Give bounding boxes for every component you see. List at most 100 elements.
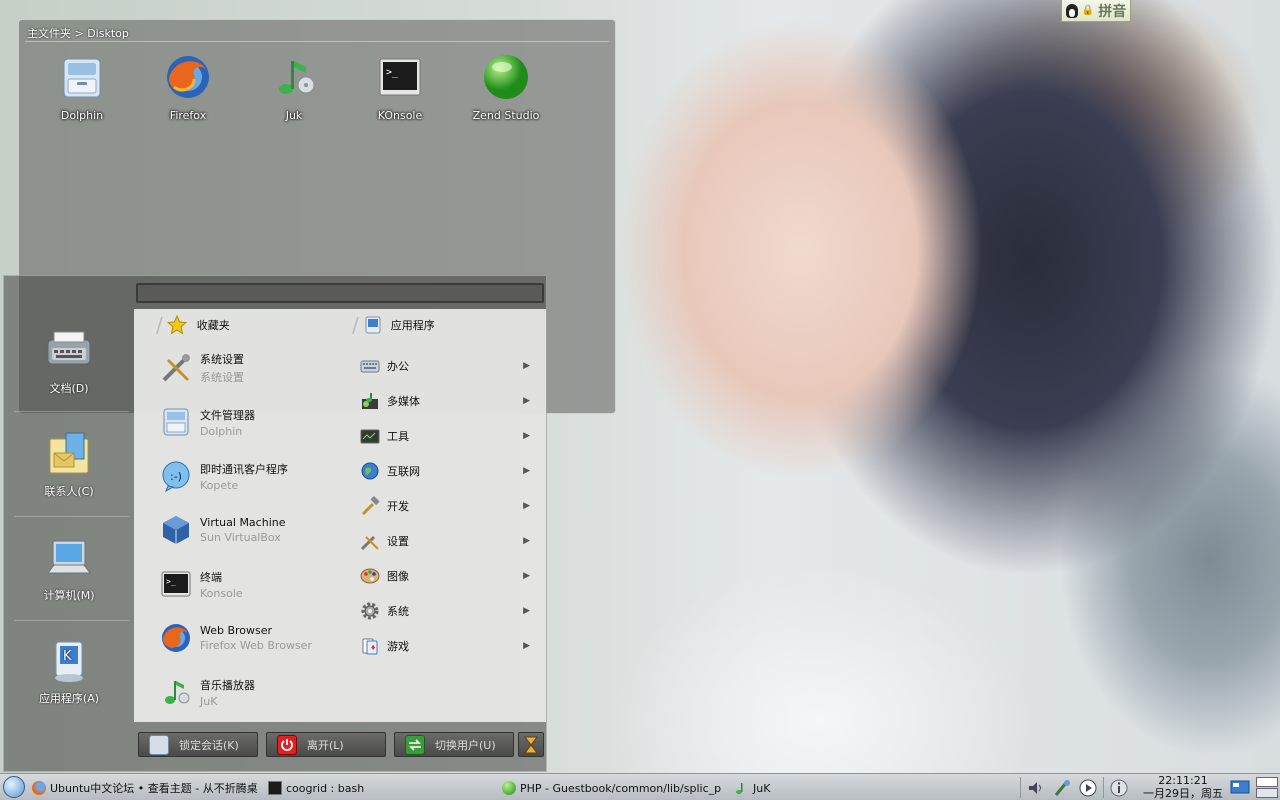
sidebar-item-computer[interactable]: 计算机(M): [14, 533, 124, 603]
favorite-item-music-player[interactable]: 音乐播放器 JuK: [160, 672, 255, 712]
favorite-item-instant-messenger[interactable]: :-) 即时通讯客户程序 Kopete: [160, 456, 288, 496]
svg-text::-): :-): [170, 470, 182, 483]
applications-icon: K: [44, 636, 94, 686]
favorite-item-system-settings[interactable]: 系统设置 系统设置: [160, 348, 244, 388]
favorite-title: 系统设置: [200, 353, 244, 366]
sidebar-item-label: 应用程序(A): [38, 692, 100, 705]
terminal-icon: >_: [376, 53, 424, 101]
category-label: 多媒体: [387, 395, 420, 408]
separator-glyph: /: [156, 313, 163, 337]
clock[interactable]: 22:11:21 一月29日，周五: [1138, 774, 1228, 800]
favorite-title: Web Browser: [200, 624, 273, 637]
taskbar-task-browser[interactable]: Ubuntu中文论坛 • 查看主题 - 从不折腾桌: [32, 778, 260, 798]
zend-studio-icon: [482, 53, 530, 101]
desktop-icon-label: Zend Studio: [472, 109, 540, 122]
favorite-item-web-browser[interactable]: Web Browser Firefox Web Browser: [160, 618, 312, 658]
chevron-right-icon: ▶: [523, 641, 530, 651]
category-label: 办公: [387, 360, 409, 373]
music-note-icon: [735, 781, 749, 795]
sidebar-item-label: 计算机(M): [43, 589, 95, 602]
favorite-title: 音乐播放器: [200, 678, 255, 692]
desktop-icon-firefox[interactable]: Firefox: [138, 53, 238, 122]
favorite-subtitle: Sun VirtualBox: [200, 531, 281, 544]
pager-widget[interactable]: [1256, 777, 1278, 798]
favorites-header-label: 收藏夹: [196, 319, 230, 332]
favorite-subtitle: Konsole: [200, 586, 243, 600]
category-label: 设置: [387, 535, 409, 548]
category-internet[interactable]: 互联网 ▶: [360, 460, 530, 482]
category-graphics[interactable]: 图像 ▶: [360, 565, 530, 587]
desktop-icon-juk[interactable]: Juk: [244, 53, 344, 122]
dolphin-icon: [58, 53, 106, 101]
category-utilities[interactable]: 工具 ▶: [360, 425, 530, 447]
sidebar-item-label: 联系人(C): [44, 485, 94, 498]
clock-time: 22:11:21: [1158, 774, 1208, 787]
favorite-item-virtual-machine[interactable]: Virtual Machine Sun VirtualBox: [160, 510, 286, 550]
lock-session-button[interactable]: 锁定会话(K): [138, 732, 258, 757]
favorites-header[interactable]: / 收藏夹: [156, 313, 230, 337]
svg-text:>_: >_: [386, 67, 399, 78]
tools-icon: [160, 352, 192, 384]
applications-icon: [363, 315, 383, 335]
divider: [14, 620, 129, 621]
lock-icon: 🔒: [1081, 5, 1095, 16]
search-input[interactable]: [136, 283, 544, 303]
category-settings[interactable]: 设置 ▶: [360, 530, 530, 552]
applications-header[interactable]: / 应用程序: [352, 313, 435, 337]
category-development[interactable]: 开发 ▶: [360, 495, 530, 517]
keyboard-icon: [360, 356, 380, 376]
taskbar-task-zend[interactable]: PHP - Guestbook/common/lib/splic_p: [502, 778, 728, 798]
kde-launcher-icon[interactable]: [3, 776, 25, 798]
show-desktop-icon[interactable]: [1230, 779, 1250, 797]
folder-view-path[interactable]: 主文件夹 > Disktop: [27, 25, 129, 41]
power-icon: [277, 734, 297, 755]
multimedia-icon: [360, 391, 380, 411]
leave-button[interactable]: 离开(L): [266, 732, 386, 757]
taskbar-task-terminal[interactable]: coogrid : bash: [268, 778, 468, 798]
firefox-icon: [164, 53, 212, 101]
divider: [14, 516, 129, 517]
tray-separator: [1020, 777, 1021, 798]
address-book-icon: [44, 429, 94, 479]
menu-bottom-bar: 锁定会话(K) 离开(L) 切换用户(U): [136, 732, 546, 758]
input-method-indicator[interactable]: 🔒 拼音: [1061, 0, 1131, 22]
chevron-right-icon: ▶: [523, 431, 530, 441]
sidebar-item-documents[interactable]: 文档(D): [14, 326, 124, 396]
taskbar: Ubuntu中文论坛 • 查看主题 - 从不折腾桌 coogrid : bash…: [0, 773, 1280, 800]
taskbar-task-juk[interactable]: JuK: [735, 778, 795, 798]
category-games[interactable]: ♦ 游戏 ▶: [360, 635, 530, 657]
task-label: JuK: [753, 781, 771, 795]
sidebar-item-applications[interactable]: K 应用程序(A): [14, 636, 124, 706]
menu-content-panel: / 收藏夹 / 应用程序 系统设置 系统设置 文件管理器 Dolphin :-) 即…: [134, 309, 546, 722]
favorite-title: 文件管理器: [200, 408, 255, 422]
palette-icon: [360, 566, 380, 586]
sidebar-item-contacts[interactable]: 联系人(C): [14, 429, 124, 499]
gear-icon: [360, 601, 380, 621]
favorite-subtitle: Kopete: [200, 478, 239, 492]
klipper-icon[interactable]: [1053, 779, 1071, 797]
category-label: 图像: [387, 570, 409, 583]
firefox-icon: [32, 781, 46, 795]
hourglass-button[interactable]: [518, 732, 544, 757]
desktop-icon-konsole[interactable]: >_ KOnsole: [350, 53, 450, 122]
virtual-desktop-2[interactable]: [1256, 788, 1278, 798]
chevron-right-icon: ▶: [523, 396, 530, 406]
category-label: 开发: [387, 500, 409, 513]
category-office[interactable]: 办公 ▶: [360, 355, 530, 377]
applications-header-label: 应用程序: [390, 319, 435, 332]
info-icon[interactable]: [1110, 779, 1128, 797]
switch-user-button[interactable]: 切换用户(U): [394, 732, 514, 757]
category-system[interactable]: 系统 ▶: [360, 600, 530, 622]
category-multimedia[interactable]: 多媒体 ▶: [360, 390, 530, 412]
volume-icon[interactable]: [1027, 779, 1045, 797]
desktop-icon-zend-studio[interactable]: Zend Studio: [456, 53, 556, 122]
desktop-icon-dolphin[interactable]: Dolphin: [32, 53, 132, 122]
chat-bubble-icon: :-): [160, 460, 192, 493]
favorite-item-file-manager[interactable]: 文件管理器 Dolphin: [160, 402, 255, 442]
divider: [25, 41, 609, 42]
media-play-icon[interactable]: [1079, 779, 1097, 797]
virtual-desktop-1[interactable]: [1256, 777, 1278, 787]
favorite-item-terminal[interactable]: >_ 终端 Konsole: [160, 564, 243, 604]
virtualbox-icon: [160, 514, 192, 546]
favorite-title: 终端: [200, 570, 222, 584]
